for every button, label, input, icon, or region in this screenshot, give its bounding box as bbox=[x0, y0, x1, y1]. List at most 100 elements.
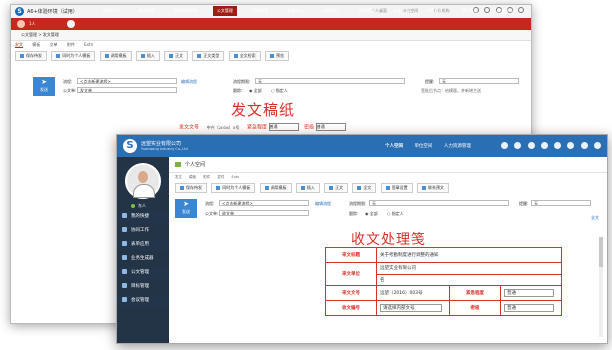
nav-item[interactable]: 文化建设 bbox=[391, 8, 411, 14]
trace-all-radio[interactable]: ◉ 全部 bbox=[365, 211, 378, 217]
secret-select[interactable]: 普通 bbox=[315, 123, 346, 131]
exit-icon[interactable] bbox=[607, 142, 608, 149]
save-template-button[interactable]: 同时为个人模板 bbox=[51, 51, 96, 61]
avatar[interactable] bbox=[17, 20, 25, 28]
trace-assigned-radio[interactable]: ○ 指定人 bbox=[271, 88, 288, 94]
theme-icon[interactable] bbox=[593, 142, 601, 149]
edit-flow-link[interactable]: 编辑流程 bbox=[315, 201, 331, 207]
sidebar-item[interactable]: 业务生成器 bbox=[117, 253, 169, 265]
tab-item[interactable]: 附件 bbox=[203, 175, 210, 179]
sidebar-item[interactable]: 会议管理 bbox=[117, 295, 169, 307]
deadline-select[interactable]: 无 bbox=[255, 78, 405, 84]
calendar-icon[interactable] bbox=[540, 142, 548, 149]
home-icon[interactable] bbox=[175, 162, 181, 167]
breadcrumb-text[interactable]: 公文管理 > 发文管理 bbox=[21, 30, 59, 40]
deadline-select[interactable]: 无 bbox=[369, 200, 509, 206]
user-icon[interactable] bbox=[527, 142, 535, 149]
sidebar-item[interactable]: 我的快捷 bbox=[117, 211, 169, 223]
doc-no-label: 发文文号 bbox=[179, 124, 200, 131]
send-button[interactable]: ➤ 发送 bbox=[33, 77, 55, 96]
unit-field-2[interactable]: 名 bbox=[376, 273, 562, 286]
right-side-tab[interactable]: 附件 bbox=[607, 217, 608, 222]
sidebar-item[interactable]: 协同工作 bbox=[117, 225, 169, 237]
save-template-button[interactable]: 同时为个人模板 bbox=[211, 183, 256, 193]
remind-label: 提醒: bbox=[425, 79, 435, 84]
sidebar-item[interactable]: 公文管理 bbox=[117, 267, 169, 279]
flow-input[interactable]: <点击新建流程> bbox=[219, 200, 309, 206]
doc-no-field[interactable]: 远望（2016）003号 bbox=[376, 285, 450, 301]
nav-item[interactable]: 会议管理 bbox=[356, 8, 376, 14]
avatar-head bbox=[138, 171, 148, 183]
settings-icon[interactable] bbox=[580, 142, 588, 149]
tab-item[interactable]: 发文 bbox=[175, 175, 182, 179]
edit-flow-link[interactable]: 编辑流程 bbox=[181, 79, 197, 85]
avatar[interactable] bbox=[125, 163, 161, 199]
nav-item[interactable]: 表单应用 bbox=[136, 8, 156, 14]
nav-item[interactable]: 文档中心 bbox=[321, 8, 341, 14]
body-button[interactable]: 正文 bbox=[324, 183, 349, 193]
tab-item[interactable]: 模板 bbox=[32, 42, 40, 47]
unit-field[interactable]: 远望实业有限公司 bbox=[376, 262, 562, 275]
trace-all-radio[interactable]: ◉ 全部 bbox=[249, 88, 262, 94]
use-template-button[interactable]: 调用模板 bbox=[99, 51, 132, 61]
use-template-button[interactable]: 调用模板 bbox=[259, 183, 292, 193]
remind-select[interactable]: 无 bbox=[439, 78, 519, 84]
urgency-select[interactable]: 普通 bbox=[268, 123, 299, 131]
fulltext-search-button[interactable]: 全文检索 bbox=[228, 51, 261, 61]
insert-button[interactable]: 插入 bbox=[135, 51, 160, 61]
signature-settings-button[interactable]: 签章设置 bbox=[380, 183, 413, 193]
search-icon[interactable] bbox=[514, 142, 522, 149]
nav-item[interactable]: HR管理 bbox=[427, 8, 445, 14]
breadcrumb-text[interactable]: 个人空间 bbox=[185, 162, 205, 168]
scrollbar[interactable] bbox=[599, 237, 603, 337]
insert-button[interactable]: 插入 bbox=[295, 183, 320, 193]
title-field[interactable]: 关于考勤制度进行调整的通知 bbox=[376, 247, 562, 263]
top-nav-item-active[interactable]: 个人空间 bbox=[385, 144, 403, 149]
mail-icon[interactable] bbox=[554, 142, 562, 149]
fulltext-button[interactable]: 全文 bbox=[352, 183, 377, 193]
trace-assigned-radio[interactable]: ○ 指定人 bbox=[387, 211, 404, 217]
user-name: 东人 bbox=[131, 203, 146, 209]
top-nav-item[interactable]: 人力资源管理 bbox=[444, 144, 471, 149]
nav-item[interactable]: 综合办公 bbox=[495, 8, 515, 14]
home-icon[interactable] bbox=[67, 20, 75, 28]
tab-item[interactable]: Extn bbox=[232, 175, 240, 179]
message-icon[interactable] bbox=[501, 142, 508, 149]
doc-type-select[interactable]: 收文单 bbox=[219, 210, 309, 216]
urgency-select[interactable]: 普通 bbox=[504, 289, 554, 297]
nav-item[interactable]: 部门管理 bbox=[460, 8, 480, 14]
front-toolbar: 保存待发 同时为个人模板 调用模板 插入 正文 全文 签章设置 联系预文 bbox=[175, 183, 452, 193]
body-type-button[interactable]: 正文类型 bbox=[192, 51, 225, 61]
nav-item[interactable]: 应用定制平台 bbox=[172, 8, 200, 14]
save-draft-button[interactable]: 保存待发 bbox=[175, 183, 207, 193]
related-doc-button[interactable]: 联系预文 bbox=[416, 183, 449, 193]
remind-select[interactable]: 无 bbox=[531, 200, 591, 206]
secret-select[interactable]: 普通 bbox=[504, 304, 554, 312]
nav-item[interactable]: 目标管理 bbox=[250, 8, 270, 14]
sidebar-item[interactable]: 目标管理 bbox=[117, 281, 169, 293]
tab-item[interactable]: 文单 bbox=[50, 42, 58, 47]
tab-item[interactable]: Extn bbox=[84, 42, 93, 47]
preview-button[interactable]: 预览 bbox=[264, 51, 289, 61]
scrollbar-thumb[interactable] bbox=[599, 237, 603, 267]
nav-item[interactable]: 标准中心 bbox=[285, 8, 305, 14]
flow-input[interactable]: <点击新建流程> bbox=[77, 78, 177, 84]
nav-item[interactable]: 协同工作 bbox=[101, 8, 121, 14]
back-main-nav: 1人 bbox=[11, 18, 531, 30]
tab-item[interactable]: 发件 bbox=[217, 175, 224, 179]
nav-item-active[interactable]: 公文管理 bbox=[212, 6, 237, 16]
divider bbox=[169, 172, 607, 173]
top-nav-item[interactable]: 单位空间 bbox=[414, 144, 432, 149]
tab-item[interactable]: 模板 bbox=[189, 175, 196, 179]
fulltext-link[interactable]: 全文 bbox=[591, 215, 599, 221]
collab-icon bbox=[122, 227, 127, 232]
doc-type-select[interactable]: 发文单 bbox=[77, 87, 177, 93]
save-draft-button[interactable]: 保存待发 bbox=[15, 51, 47, 61]
code-select[interactable]: 请选择内部文号 bbox=[380, 304, 442, 312]
body-button[interactable]: 正文 bbox=[164, 51, 189, 61]
tab-item[interactable]: 附件 bbox=[67, 42, 75, 47]
send-button[interactable]: ➤ 发送 bbox=[175, 199, 197, 218]
help-icon[interactable] bbox=[567, 142, 575, 149]
sidebar-item[interactable]: 表单应用 bbox=[117, 239, 169, 251]
tab-item[interactable]: 发文 bbox=[15, 42, 23, 48]
